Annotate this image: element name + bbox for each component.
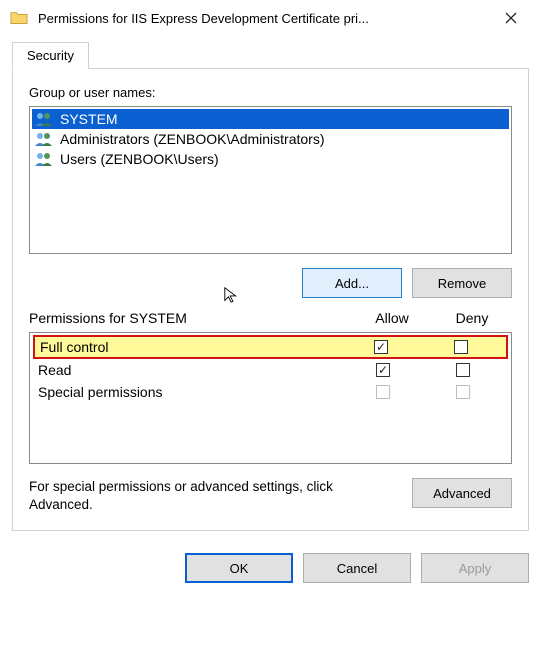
add-button[interactable]: Add... bbox=[302, 268, 402, 298]
advanced-row: For special permissions or advanced sett… bbox=[29, 478, 512, 514]
apply-button[interactable]: Apply bbox=[421, 553, 529, 583]
advanced-hint: For special permissions or advanced sett… bbox=[29, 478, 400, 514]
permissions-for-label: Permissions for SYSTEM bbox=[29, 310, 352, 326]
dialog-client: Security Group or user names: SYSTEM Adm… bbox=[0, 36, 541, 541]
deny-checkbox[interactable] bbox=[456, 363, 470, 377]
advanced-button[interactable]: Advanced bbox=[412, 478, 512, 508]
allow-checkbox bbox=[376, 385, 390, 399]
dialog-buttons: OK Cancel Apply bbox=[0, 541, 541, 593]
cursor-icon bbox=[223, 286, 241, 304]
permission-label: Special permissions bbox=[38, 384, 343, 400]
cancel-button[interactable]: Cancel bbox=[303, 553, 411, 583]
allow-checkbox[interactable] bbox=[374, 340, 388, 354]
permission-label: Full control bbox=[40, 339, 341, 355]
permissions-list: Full control Read Special permissions bbox=[29, 332, 512, 464]
permission-row: Full control bbox=[33, 335, 508, 359]
close-button[interactable] bbox=[489, 3, 533, 33]
permission-row: Special permissions bbox=[30, 381, 511, 403]
allow-column-header: Allow bbox=[352, 310, 432, 326]
permission-row: Read bbox=[30, 359, 511, 381]
permission-label: Read bbox=[38, 362, 343, 378]
list-item[interactable]: Administrators (ZENBOOK\Administrators) bbox=[32, 129, 509, 149]
folder-icon bbox=[10, 10, 28, 26]
group-names-label: Group or user names: bbox=[29, 85, 512, 100]
people-icon bbox=[34, 151, 54, 167]
remove-button[interactable]: Remove bbox=[412, 268, 512, 298]
list-item-label: Users (ZENBOOK\Users) bbox=[60, 151, 219, 167]
ok-button[interactable]: OK bbox=[185, 553, 293, 583]
list-item[interactable]: Users (ZENBOOK\Users) bbox=[32, 149, 509, 169]
tab-security[interactable]: Security bbox=[12, 42, 89, 69]
allow-checkbox[interactable] bbox=[376, 363, 390, 377]
list-item-label: Administrators (ZENBOOK\Administrators) bbox=[60, 131, 325, 147]
group-names-list[interactable]: SYSTEM Administrators (ZENBOOK\Administr… bbox=[29, 106, 512, 254]
tab-strip: Security bbox=[12, 40, 529, 68]
close-icon bbox=[505, 12, 517, 24]
deny-checkbox bbox=[456, 385, 470, 399]
people-icon bbox=[34, 131, 54, 147]
list-item-label: SYSTEM bbox=[60, 111, 118, 127]
tab-panel-security: Group or user names: SYSTEM Administrato… bbox=[12, 68, 529, 531]
list-item[interactable]: SYSTEM bbox=[32, 109, 509, 129]
people-icon bbox=[34, 111, 54, 127]
deny-checkbox[interactable] bbox=[454, 340, 468, 354]
permissions-header: Permissions for SYSTEM Allow Deny bbox=[29, 310, 512, 326]
window-title: Permissions for IIS Express Development … bbox=[38, 11, 489, 26]
deny-column-header: Deny bbox=[432, 310, 512, 326]
titlebar: Permissions for IIS Express Development … bbox=[0, 0, 541, 36]
group-buttons: Add... Remove bbox=[29, 268, 512, 298]
